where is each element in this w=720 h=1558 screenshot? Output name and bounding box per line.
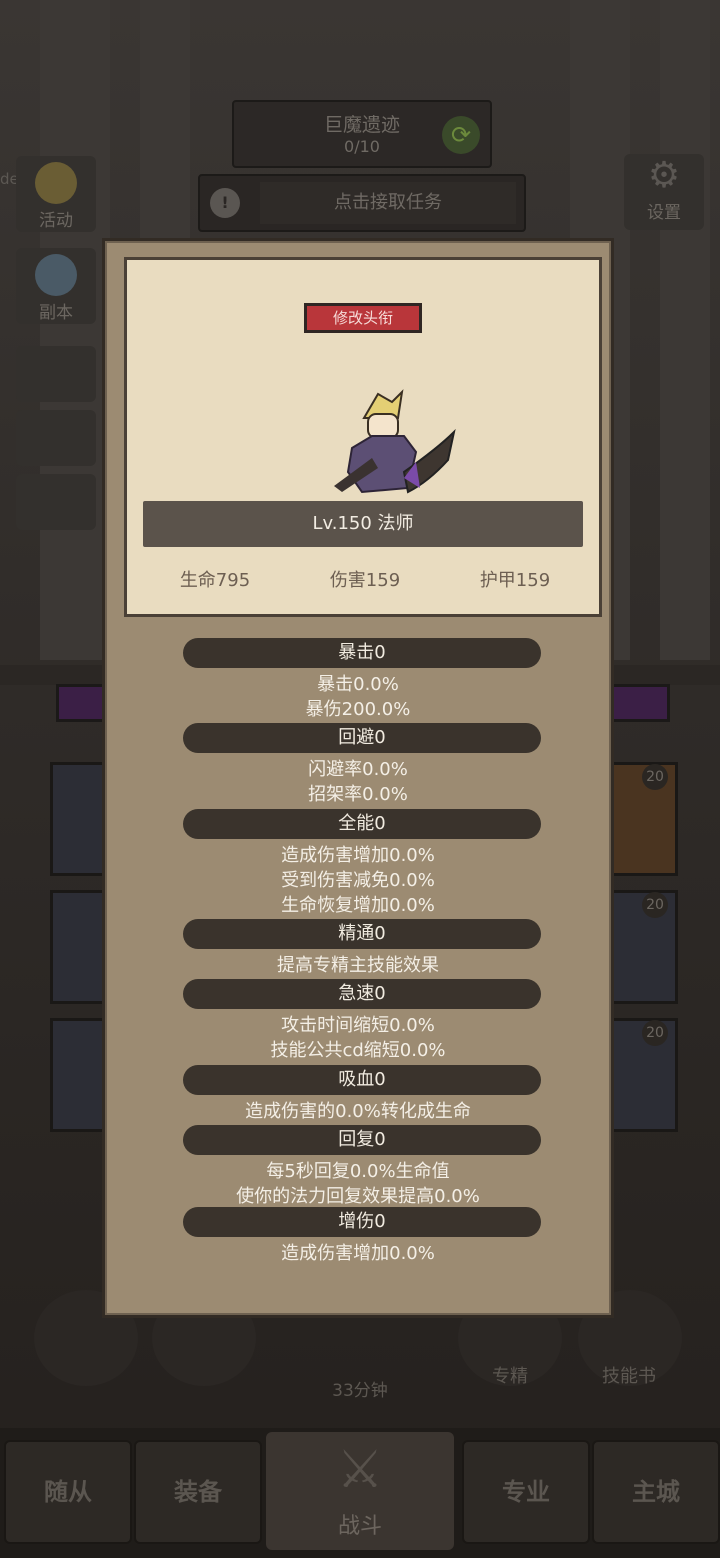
section-line: 提高专精主技能效果	[277, 955, 439, 976]
base-stats: 生命795 伤害159 护甲159	[127, 566, 599, 594]
gear-icon: ⚙	[647, 155, 681, 196]
slot-level-badge: 20	[642, 764, 668, 790]
nav-main-city[interactable]: 主城	[592, 1440, 720, 1544]
nav-equipment[interactable]: 装备	[134, 1440, 262, 1544]
pillar	[660, 0, 710, 660]
side-button[interactable]	[16, 410, 96, 466]
dungeon-button[interactable]: 副本	[16, 248, 96, 324]
section-line: 每5秒回复0.0%生命值	[266, 1161, 450, 1182]
section-line: 暴伤200.0%	[305, 699, 411, 720]
nav-battle[interactable]: ⚔ 战斗	[266, 1432, 454, 1550]
section-line: 暴击0.0%	[317, 674, 399, 695]
section-header-mastery: 精通0	[183, 919, 541, 949]
dungeon-progress-box[interactable]: 巨魔遗迹 0/10 ⟳	[232, 100, 492, 168]
section-line: 攻击时间缩短0.0%	[281, 1015, 435, 1036]
star-trophy-icon	[35, 162, 77, 204]
refresh-icon[interactable]: ⟳	[442, 116, 480, 154]
dungeon-label: 副本	[39, 303, 73, 323]
section-line: 造成伤害的0.0%转化成生命	[245, 1101, 471, 1122]
section-header-crit: 暴击0	[183, 638, 541, 668]
section-header-regen: 回复0	[183, 1125, 541, 1155]
activity-button[interactable]: 活动	[16, 156, 96, 232]
battle-timer: 33分钟	[332, 1381, 388, 1401]
change-title-button[interactable]: 修改头衔	[304, 303, 422, 333]
section-line: 造成伤害增加0.0%	[281, 845, 435, 866]
side-button[interactable]	[16, 474, 96, 530]
slot-level-badge: 20	[642, 1020, 668, 1046]
portal-icon	[35, 254, 77, 296]
nav-battle-label: 战斗	[337, 1514, 382, 1539]
section-line: 闪避率0.0%	[308, 759, 408, 780]
section-header-lifesteal: 吸血0	[183, 1065, 541, 1095]
activity-label: 活动	[39, 211, 73, 231]
slot-level-badge: 20	[642, 892, 668, 918]
settings-label: 设置	[647, 203, 681, 223]
task-bar[interactable]: ! 点击接取任务	[198, 174, 526, 232]
side-button[interactable]	[16, 346, 96, 402]
pillar	[40, 0, 110, 660]
character-card: 修改头衔 Lv.150 法师 生命795 伤害159 护甲159	[124, 257, 602, 617]
skill-book-label: 技能书	[602, 1366, 656, 1387]
settings-button[interactable]: ⚙ 设置	[624, 154, 704, 230]
specialty-label: 专精	[492, 1366, 528, 1387]
stat-life: 生命795	[179, 570, 251, 591]
section-header-damage-bonus: 增伤0	[183, 1207, 541, 1237]
level-class-bar: Lv.150 法师	[143, 501, 583, 547]
section-line: 造成伤害增加0.0%	[281, 1243, 435, 1264]
section-header-versatility: 全能0	[183, 809, 541, 839]
alert-icon: !	[210, 188, 240, 218]
accept-task-label[interactable]: 点击接取任务	[260, 182, 516, 224]
section-line: 使你的法力回复效果提高0.0%	[236, 1186, 480, 1207]
section-line: 技能公共cd缩短0.0%	[270, 1040, 446, 1061]
nav-followers[interactable]: 随从	[4, 1440, 132, 1544]
stat-armor: 护甲159	[479, 570, 551, 591]
section-header-haste: 急速0	[183, 979, 541, 1009]
section-header-avoidance: 回避0	[183, 723, 541, 753]
character-stats-panel: 修改头衔 Lv.150 法师 生命795 伤害159 护甲159 暴击0 暴击0…	[102, 238, 614, 1318]
section-line: 生命恢复增加0.0%	[281, 895, 435, 916]
section-line: 招架率0.0%	[308, 784, 408, 805]
character-avatar	[334, 389, 456, 494]
section-line: 受到伤害减免0.0%	[281, 870, 435, 891]
stat-damage: 伤害159	[329, 570, 401, 591]
nav-profession[interactable]: 专业	[462, 1440, 590, 1544]
crossed-swords-icon: ⚔	[336, 1440, 384, 1500]
